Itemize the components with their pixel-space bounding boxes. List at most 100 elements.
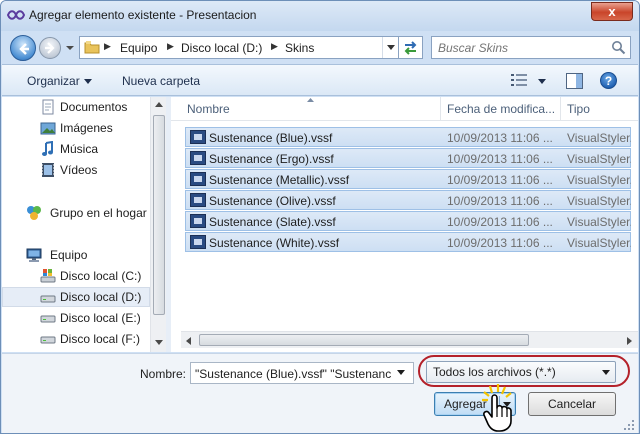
new-folder-button[interactable]: Nueva carpeta [122,74,200,88]
file-list: Nombre Fecha de modifica... Tipo Sustena… [171,97,638,352]
drive-icon [40,315,56,323]
sidebar-item-documentos[interactable]: Documentos [2,97,150,117]
chevron-down-icon[interactable] [538,79,546,84]
videos-icon [42,163,54,177]
forward-button[interactable] [39,37,61,59]
command-toolbar: Organizar Nueva carpeta ? [2,64,638,96]
file-row[interactable]: Sustenance (Metallic).vssf 10/09/2013 11… [185,169,631,189]
preview-pane-icon[interactable] [566,73,583,89]
hand-cursor-icon [482,384,512,432]
chevron-down-icon [84,79,92,84]
column-tipo[interactable]: Tipo [561,97,638,121]
file-type: VisualStyler.M [567,236,631,250]
address-bar[interactable]: ▶ Equipo ▶ Disco local (D:) ▶ Skins [79,36,399,59]
arrow-left-icon [19,43,29,55]
breadcrumb-equipo[interactable]: Equipo [120,41,157,55]
sidebar-item-disco-e[interactable]: Disco local (E:) [2,308,150,328]
sidebar-item-disco-f[interactable]: Disco local (F:) [2,329,150,349]
search-box[interactable] [431,36,631,59]
navigation-pane: Documentos Imágenes Música Vídeos Grupo … [2,97,166,352]
recent-locations-icon[interactable] [65,44,75,52]
sidebar-item-label: Disco local (E:) [60,311,141,325]
column-nombre[interactable]: Nombre [181,97,441,121]
back-button[interactable] [10,35,36,61]
address-dropdown-button[interactable] [382,37,399,58]
vssf-file-icon [190,193,206,207]
file-type: VisualStyler.M [567,194,631,208]
navigation-bar: ▶ Equipo ▶ Disco local (D:) ▶ Skins [1,31,639,63]
sidebar-item-disco-d[interactable]: Disco local (D:) [2,287,150,307]
chevron-down-icon[interactable] [397,370,405,375]
sidebar-item-musica[interactable]: Música [2,139,150,159]
visual-studio-icon [7,10,25,20]
breadcrumb-disco-d[interactable]: Disco local (D:) [181,41,262,55]
breadcrumb-separator[interactable]: ▶ [104,41,111,52]
column-fecha[interactable]: Fecha de modifica... [441,97,561,121]
file-row[interactable]: Sustenance (Slate).vssf 10/09/2013 11:06… [185,211,631,231]
breadcrumb-separator[interactable]: ▶ [271,41,278,52]
file-date: 10/09/2013 11:06 ... [447,236,553,250]
file-row[interactable]: Sustenance (White).vssf 10/09/2013 11:06… [185,232,631,252]
scroll-down-icon[interactable] [155,340,163,345]
column-header: Nombre Fecha de modifica... Tipo [171,97,638,121]
sidebar-item-imagenes[interactable]: Imágenes [2,118,150,138]
help-icon[interactable]: ? [600,72,617,89]
sidebar-item-label: Grupo en el hogar [50,206,147,220]
file-row[interactable]: Sustenance (Ergo).vssf 10/09/2013 11:06 … [185,148,631,168]
scrollbar-thumb[interactable] [153,115,165,315]
close-button[interactable]: x [591,2,633,21]
sidebar-item-label: Documentos [60,100,128,114]
sidebar-scrollbar[interactable] [150,97,166,352]
file-name: Sustenance (Blue).vssf [209,131,333,145]
horizontal-scrollbar[interactable] [181,331,638,348]
view-details-icon[interactable] [510,73,528,87]
sidebar-item-label: Disco local (D:) [60,290,142,304]
file-date: 10/09/2013 11:06 ... [447,131,553,145]
drive-icon [40,295,56,303]
drive-icon [40,336,56,344]
vssf-file-icon [190,235,206,249]
file-name-label: Nombre: [140,367,187,381]
file-name: Sustenance (Metallic).vssf [209,173,350,187]
sidebar-item-label: Música [60,142,99,156]
file-date: 10/09/2013 11:06 ... [447,194,553,208]
scrollbar-thumb[interactable] [199,334,529,346]
sidebar-item-label: Disco local (C:) [60,269,142,283]
scroll-up-icon[interactable] [155,102,163,107]
breadcrumb-separator[interactable]: ▶ [167,41,174,52]
file-date: 10/09/2013 11:06 ... [447,152,553,166]
file-row[interactable]: Sustenance (Blue).vssf 10/09/2013 11:06 … [185,127,631,147]
homegroup-icon [27,206,41,220]
file-date: 10/09/2013 11:06 ... [447,215,553,229]
cancel-button[interactable]: Cancelar [528,392,616,416]
refresh-button[interactable] [399,36,423,59]
search-input[interactable] [438,40,606,55]
title-bar: Agregar elemento existente - Presentacio… [1,1,639,31]
file-row[interactable]: Sustenance (Olive).vssf 10/09/2013 11:06… [185,190,631,210]
file-name-field[interactable] [195,366,391,381]
scroll-right-icon[interactable] [627,337,632,345]
sidebar-item-equipo[interactable]: Equipo [2,245,150,265]
pictures-icon [40,122,56,135]
music-icon [42,141,53,156]
file-name: Sustenance (White).vssf [209,236,340,250]
resize-grip-icon[interactable] [623,419,635,431]
scroll-left-icon[interactable] [186,337,191,345]
window-title: Agregar elemento existente - Presentacio… [29,8,257,22]
sidebar-item-label: Equipo [50,248,88,262]
file-type-select[interactable]: Todos los archivos (*.*) [426,361,616,383]
arrow-right-icon [45,42,55,54]
sidebar-item-videos[interactable]: Vídeos [2,160,150,180]
organize-menu[interactable]: Organizar [27,74,80,88]
breadcrumb-skins[interactable]: Skins [285,41,314,55]
sidebar-item-label: Vídeos [60,163,98,177]
vssf-file-icon [190,172,206,186]
sidebar-item-disco-c[interactable]: Disco local (C:) [2,266,150,286]
file-name-combobox[interactable] [190,362,414,384]
file-date: 10/09/2013 11:06 ... [447,173,553,187]
sidebar-item-label: Disco local (F:) [60,332,141,346]
system-drive-icon [40,269,56,283]
sidebar-item-grupo-hogar[interactable]: Grupo en el hogar [2,203,150,223]
vssf-file-icon [190,151,206,165]
file-type-selected: Todos los archivos (*.*) [433,365,556,379]
